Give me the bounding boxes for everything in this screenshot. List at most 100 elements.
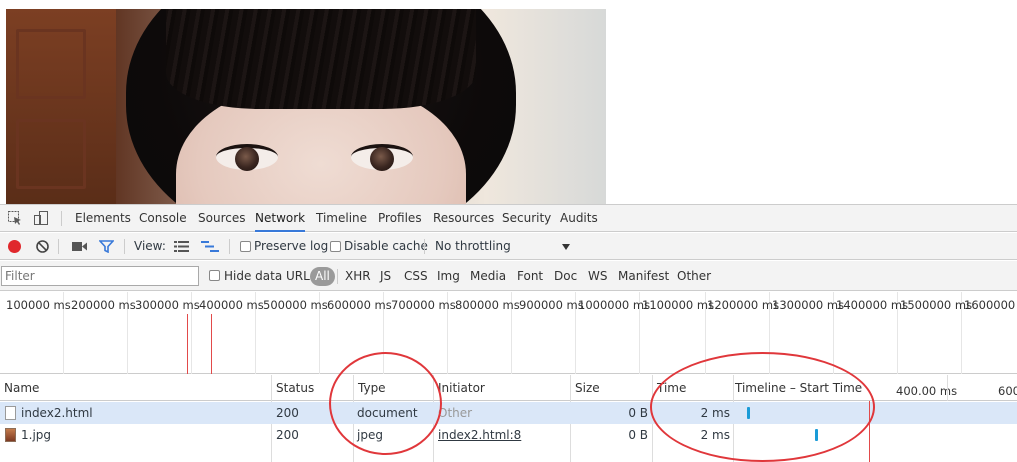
request-initiator: Other (438, 406, 473, 420)
overview-tick: 600000 ms (327, 298, 392, 312)
filter-divider (337, 269, 338, 284)
filter-type-font[interactable]: Font (517, 261, 543, 291)
filter-type-other[interactable]: Other (677, 261, 711, 291)
request-status: 200 (276, 406, 299, 420)
overview-tick: 1300000 ms (772, 298, 845, 312)
preserve-log-checkbox[interactable] (240, 241, 251, 252)
filter-type-doc[interactable]: Doc (554, 261, 577, 291)
overview-tick: 300000 ms (135, 298, 200, 312)
request-initiator-link[interactable]: index2.html:8 (438, 424, 521, 446)
disable-cache-label: Disable cache (344, 239, 428, 253)
waterfall-bar[interactable] (747, 407, 750, 419)
filter-type-all[interactable]: All (310, 267, 335, 286)
devtools-tabbar: Elements Console Sources Network Timelin… (0, 205, 1017, 232)
toolbar-divider (124, 239, 125, 254)
fringe (166, 9, 476, 109)
request-type: jpeg (357, 428, 383, 442)
toolbar-divider (58, 239, 59, 254)
clear-icon[interactable] (35, 239, 50, 257)
load-event-marker (187, 314, 188, 374)
door-panel (16, 29, 86, 99)
table-row[interactable]: 1.jpg 200 jpeg index2.html:8 0 B 2 ms (0, 424, 1017, 446)
request-type: document (357, 406, 418, 420)
page-photo (6, 9, 606, 205)
chevron-down-icon[interactable] (562, 244, 570, 250)
filter-icon[interactable] (98, 240, 115, 256)
view-label: View: (134, 239, 166, 253)
left-eye (216, 144, 278, 171)
filter-type-css[interactable]: CSS (404, 261, 428, 291)
table-row[interactable]: index2.html 200 document Other 0 B 2 ms (0, 402, 1017, 424)
requests-table: Name Status Type Initiator Size Time Tim… (0, 375, 1017, 462)
hide-data-urls-label: Hide data URLs (224, 269, 317, 283)
column-header-initiator[interactable]: Initiator (434, 375, 485, 401)
tab-elements[interactable]: Elements (75, 205, 131, 232)
request-size: 0 B (628, 406, 648, 420)
waterfall-tick: 600. (998, 384, 1017, 398)
throttling-select[interactable]: No throttling (435, 233, 511, 260)
document-file-icon (5, 406, 16, 420)
filter-type-js[interactable]: JS (380, 261, 391, 291)
network-toolbar: View: Preserve log Disable cache No thro… (0, 233, 1017, 260)
table-header: Name Status Type Initiator Size Time Tim… (0, 375, 1017, 401)
waterfall-gridline (947, 375, 948, 401)
devtools-panel: Elements Console Sources Network Timelin… (0, 204, 1017, 462)
column-header-type[interactable]: Type (354, 375, 386, 401)
camera-icon[interactable] (72, 241, 88, 255)
request-size: 0 B (628, 428, 648, 442)
request-name[interactable]: 1.jpg (21, 424, 51, 446)
door-panel (16, 119, 86, 189)
overview-tick: 1500000 ms (900, 298, 973, 312)
request-time: 2 ms (700, 406, 730, 420)
tab-profiles[interactable]: Profiles (378, 205, 422, 232)
tab-console[interactable]: Console (139, 205, 187, 232)
column-header-size[interactable]: Size (571, 375, 600, 401)
overview-timeline[interactable]: 100000 ms 200000 ms 300000 ms 400000 ms … (0, 292, 1017, 374)
request-name[interactable]: index2.html (21, 402, 93, 424)
overview-tick: 1100000 ms (642, 298, 715, 312)
toolbar-divider (229, 239, 230, 254)
filter-input[interactable] (1, 266, 199, 286)
tab-sources[interactable]: Sources (198, 205, 245, 232)
right-eye (351, 144, 413, 171)
filter-type-media[interactable]: Media (470, 261, 506, 291)
overview-tick: 1600000 ms (964, 298, 1017, 312)
record-icon[interactable] (8, 240, 21, 253)
filter-type-ws[interactable]: WS (588, 261, 607, 291)
tab-security[interactable]: Security (502, 205, 551, 232)
tab-network[interactable]: Network (255, 205, 306, 232)
preserve-log-label: Preserve log (254, 239, 329, 253)
disable-cache-checkbox[interactable] (330, 241, 341, 252)
image-file-icon (5, 428, 16, 442)
tab-audits[interactable]: Audits (560, 205, 598, 232)
filter-type-img[interactable]: Img (437, 261, 460, 291)
column-header-timeline[interactable]: Timeline – Start Time (731, 375, 862, 401)
column-header-name[interactable]: Name (0, 375, 39, 401)
filter-type-xhr[interactable]: XHR (345, 261, 371, 291)
request-status: 200 (276, 428, 299, 442)
overview-tick: 100000 ms (6, 298, 71, 312)
tab-timeline[interactable]: Timeline (316, 205, 367, 232)
waterfall-view-icon[interactable] (201, 241, 219, 255)
waterfall-bar[interactable] (815, 429, 818, 441)
overview-tick: 400000 ms (199, 298, 264, 312)
load-event-marker (869, 401, 870, 462)
inspect-element-icon[interactable] (7, 210, 23, 226)
overview-tick: 1200000 ms (707, 298, 780, 312)
hide-data-urls-checkbox[interactable] (209, 270, 220, 281)
toolbar-divider (424, 239, 425, 254)
column-header-status[interactable]: Status (272, 375, 314, 401)
overview-tick: 900000 ms (519, 298, 584, 312)
filter-bar: Hide data URLs All XHR JS CSS Img Media … (0, 261, 1017, 291)
tab-resources[interactable]: Resources (433, 205, 494, 232)
list-view-icon[interactable] (174, 241, 189, 255)
overview-tick: 1400000 ms (836, 298, 909, 312)
overview-tick: 500000 ms (263, 298, 328, 312)
overview-tick: 700000 ms (391, 298, 456, 312)
column-header-time[interactable]: Time (653, 375, 686, 401)
device-mode-icon[interactable] (33, 210, 49, 226)
overview-tick: 800000 ms (455, 298, 520, 312)
door-background (6, 9, 116, 205)
tabbar-divider (61, 211, 62, 226)
filter-type-manifest[interactable]: Manifest (618, 261, 669, 291)
